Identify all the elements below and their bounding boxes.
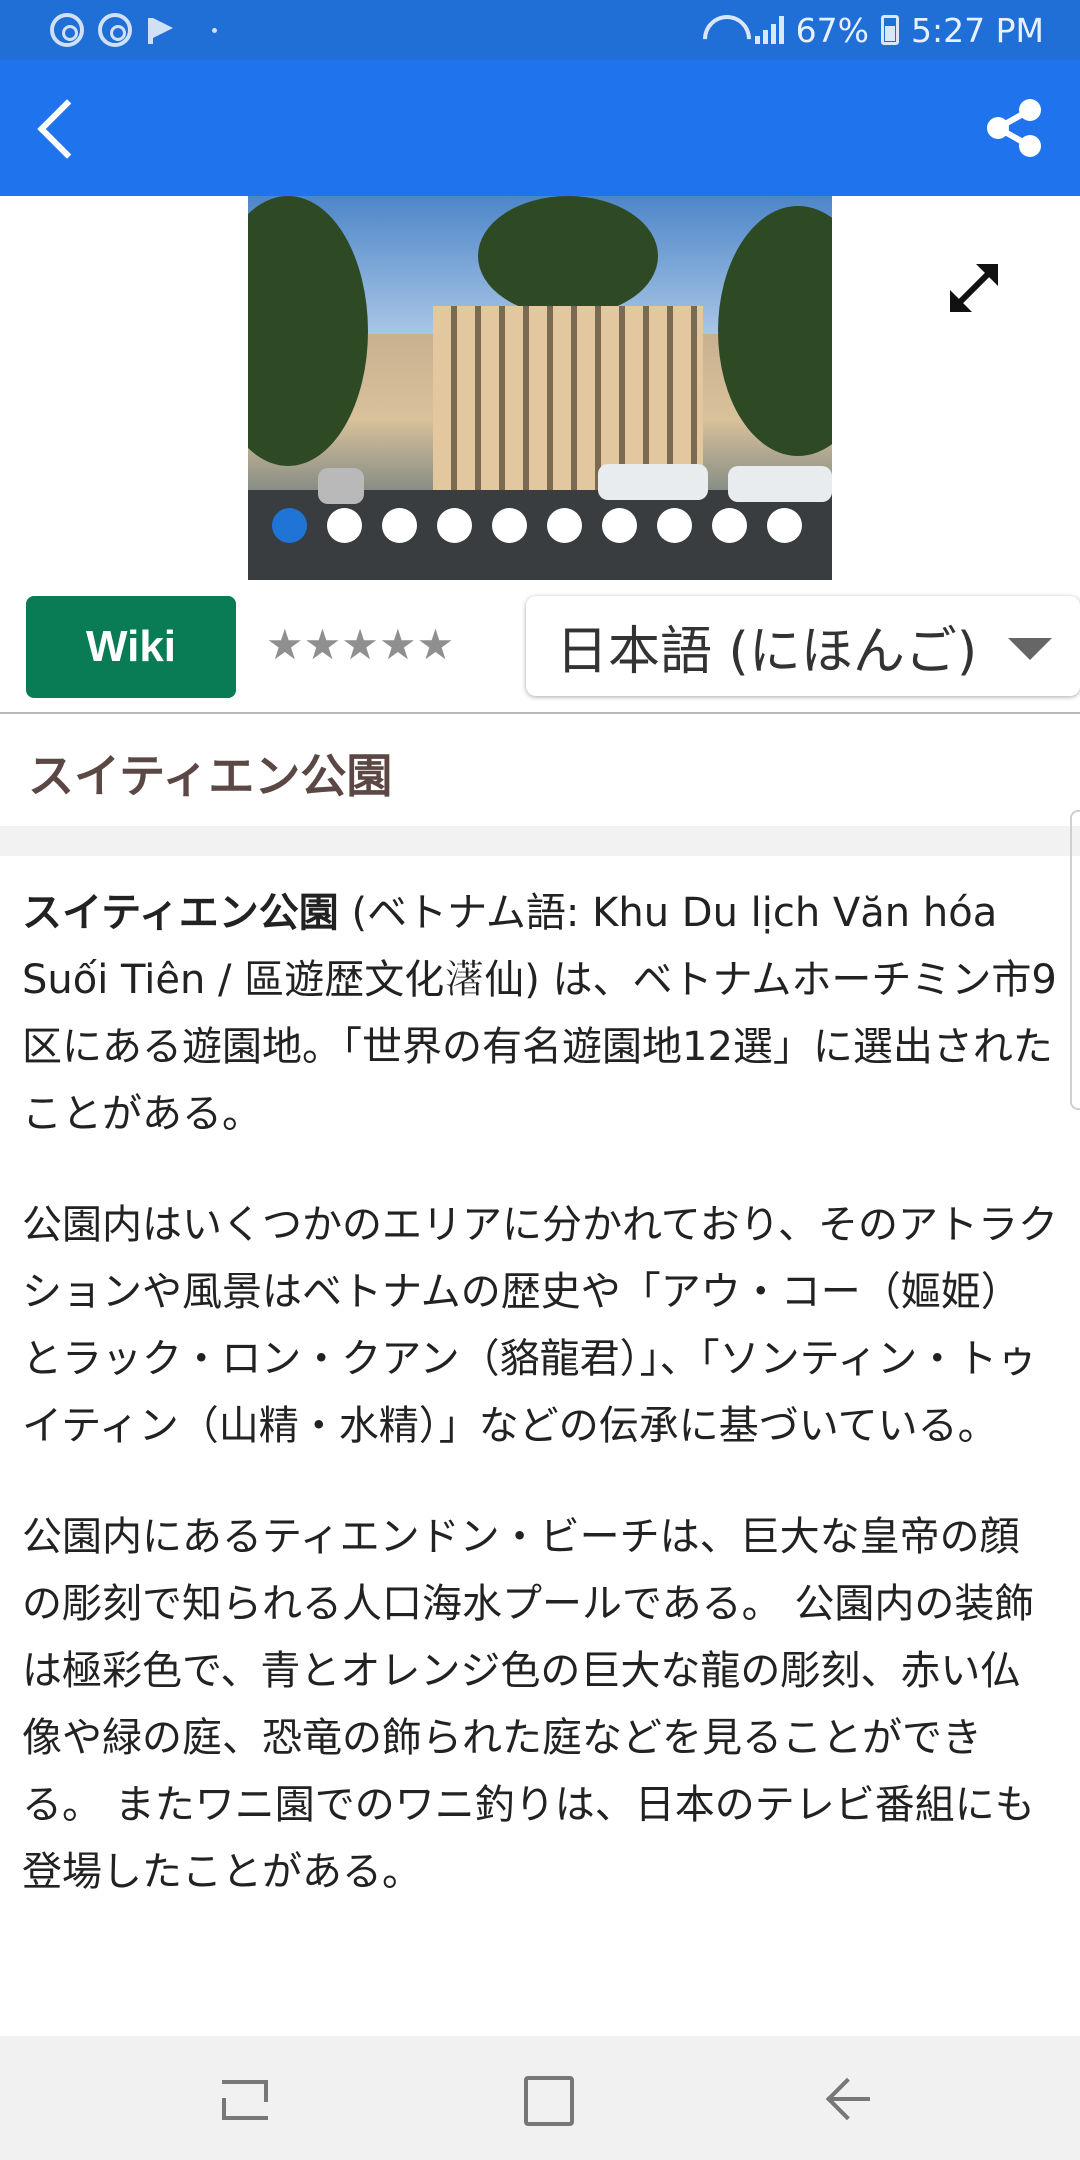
system-icons: 67% 5:27 PM bbox=[703, 11, 1044, 50]
article-body: スイティエン公園 (ベトナム語: Khu Du lịch Văn hóa Suố… bbox=[22, 880, 1058, 1950]
scroll-handle[interactable] bbox=[1070, 810, 1080, 1110]
sync-icon bbox=[98, 13, 132, 47]
battery-percent: 67% bbox=[795, 10, 870, 50]
page-dot[interactable] bbox=[437, 508, 472, 543]
image-gallery[interactable] bbox=[0, 196, 1080, 580]
rating-stars: ★★★★★ bbox=[266, 620, 455, 669]
page-dot[interactable] bbox=[547, 508, 582, 543]
sync-icon bbox=[50, 13, 84, 47]
share-icon bbox=[987, 99, 1041, 157]
article-subject: スイティエン公園 bbox=[22, 890, 339, 936]
page-dot-active[interactable] bbox=[272, 508, 307, 543]
dropdown-caret-icon bbox=[1008, 638, 1052, 660]
wifi-icon bbox=[703, 15, 743, 45]
fullscreen-button[interactable] bbox=[944, 258, 1004, 318]
page-dot[interactable] bbox=[602, 508, 637, 543]
share-button[interactable] bbox=[976, 90, 1052, 166]
page-dot[interactable] bbox=[382, 508, 417, 543]
flag-icon bbox=[146, 15, 176, 45]
app-bar bbox=[0, 60, 1080, 196]
recent-apps-button[interactable] bbox=[210, 2064, 278, 2132]
page-dot[interactable] bbox=[327, 508, 362, 543]
page-dot[interactable] bbox=[712, 508, 747, 543]
article-paragraph: スイティエン公園 (ベトナム語: Khu Du lịch Văn hóa Suố… bbox=[22, 880, 1058, 1148]
home-button[interactable] bbox=[512, 2064, 580, 2132]
section-divider bbox=[0, 826, 1080, 856]
article-paragraph: 公園内はいくつかのエリアに分かれており、そのアトラクションや風景はベトナムの歴史… bbox=[22, 1202, 1058, 1449]
info-toolbar: Wiki ★★★★★ 日本語 (にほんご) bbox=[0, 580, 1080, 714]
language-dropdown[interactable]: 日本語 (にほんご) bbox=[526, 596, 1080, 696]
back-button[interactable] bbox=[26, 90, 102, 166]
page-dot[interactable] bbox=[657, 508, 692, 543]
clock: 5:27 PM bbox=[911, 10, 1044, 50]
page-title: スイティエン公園 bbox=[28, 749, 393, 803]
notification-icons bbox=[50, 13, 217, 47]
page-dot[interactable] bbox=[767, 508, 802, 543]
more-notifications-icon bbox=[212, 27, 217, 33]
system-nav-bar bbox=[0, 2036, 1080, 2160]
gallery-page-indicator bbox=[272, 508, 802, 543]
battery-icon bbox=[881, 15, 900, 45]
article-paragraph: 公園内にあるティエンドン・ビーチは、巨大な皇帝の顔の彫刻で知られる人口海水プール… bbox=[22, 1514, 1035, 1895]
status-bar: 67% 5:27 PM bbox=[0, 0, 1080, 60]
expand-icon bbox=[950, 264, 998, 312]
system-back-button[interactable] bbox=[814, 2064, 882, 2132]
signal-icon bbox=[754, 16, 784, 44]
title-section: スイティエン公園 bbox=[0, 716, 1080, 826]
wiki-button[interactable]: Wiki bbox=[26, 596, 236, 698]
page-dot[interactable] bbox=[492, 508, 527, 543]
language-value: 日本語 (にほんご) bbox=[556, 621, 978, 682]
